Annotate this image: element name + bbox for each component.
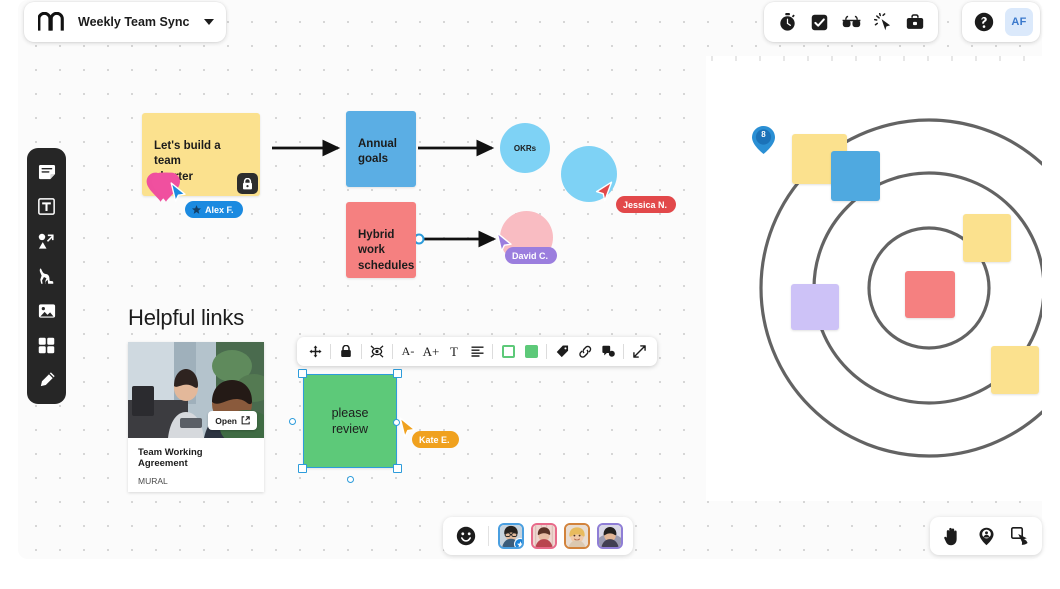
avatar[interactable]: AF [1005, 8, 1033, 36]
star-icon [516, 540, 522, 547]
cursor-pointer-jessica [595, 181, 613, 202]
target-sticky-yellow-2[interactable] [963, 214, 1011, 262]
collab-bar-divider [488, 526, 489, 546]
hide-icon[interactable] [366, 341, 388, 363]
decrease-font-size-button[interactable]: A- [397, 341, 419, 363]
open-label: Open [215, 415, 237, 426]
text-tool[interactable] [32, 193, 62, 221]
lock-icon[interactable] [335, 341, 357, 363]
sticky-note-annual-goals[interactable]: Annual goals [346, 111, 416, 187]
board-title: Weekly Team Sync [78, 15, 190, 29]
section-heading-helpful-links: Helpful links [128, 305, 245, 330]
participant-avatar-1[interactable] [498, 523, 524, 549]
link-card-thumbnail: Open [128, 342, 264, 438]
locate-participants-icon[interactable] [973, 523, 999, 549]
map-pin-marker[interactable]: 8 [752, 126, 775, 159]
element-toolbar[interactable]: A- A+ T [297, 337, 657, 366]
open-link-button[interactable]: Open [208, 411, 257, 430]
map-pin-count: 8 [761, 130, 766, 139]
comment-icon[interactable] [597, 341, 619, 363]
templates-tool[interactable] [32, 331, 62, 359]
selection-frame [303, 374, 397, 468]
move-icon[interactable] [304, 341, 326, 363]
target-sticky-purple[interactable] [791, 284, 839, 330]
connector-dot-bottom[interactable] [347, 476, 354, 483]
cursor-pointer-alex [170, 182, 186, 202]
sticky-text: Annual goals [358, 138, 397, 166]
private-mode-icon[interactable] [836, 7, 866, 37]
fill-color-swatch[interactable] [520, 341, 542, 363]
selection-handle-br[interactable] [393, 464, 402, 473]
tag-icon[interactable] [551, 341, 573, 363]
cursor-label-david: David C. [505, 247, 558, 264]
shapes-connectors-tool[interactable] [32, 227, 62, 255]
draw-tool[interactable] [32, 366, 62, 394]
follow-icon[interactable] [1007, 523, 1033, 549]
board-title-bar[interactable]: Weekly Team Sync [24, 2, 226, 42]
toolbar-divider [623, 344, 624, 359]
border-color-swatch[interactable] [497, 341, 519, 363]
participant-avatar-4[interactable] [597, 523, 623, 549]
resize-icon[interactable] [628, 341, 650, 363]
circle-label: OKRs [513, 143, 537, 153]
sticky-note-hybrid-work[interactable]: Hybrid work schedules [346, 202, 416, 278]
star-icon [192, 205, 201, 214]
sticky-note-tool[interactable] [32, 158, 62, 186]
target-sticky-yellow-3[interactable] [991, 346, 1039, 394]
participant-avatar-3[interactable] [564, 523, 590, 549]
link-icon[interactable] [574, 341, 596, 363]
board-canvas[interactable]: 8 Let's build a team charter [18, 0, 1042, 559]
selection-handle-bl[interactable] [298, 464, 307, 473]
circle-shape-okrs[interactable]: OKRs [500, 123, 550, 173]
participant-avatar-2[interactable] [531, 523, 557, 549]
text-style-icon[interactable]: T [443, 341, 465, 363]
increase-font-size-button[interactable]: A+ [420, 341, 442, 363]
lock-icon[interactable] [237, 173, 258, 194]
toolbar-divider [392, 344, 393, 359]
connector-dot-left[interactable] [289, 418, 296, 425]
mural-board-app: 8 Let's build a team charter [0, 0, 1060, 589]
toolbar-divider [330, 344, 331, 359]
mural-logo[interactable] [38, 12, 64, 32]
link-card-title: Team Working Agreement [138, 447, 203, 470]
vote-icon[interactable] [804, 7, 834, 37]
link-card-team-working-agreement[interactable]: Open Team Working Agreement MURAL [128, 342, 264, 492]
cursor-label-jessica: Jessica N. [616, 196, 677, 213]
tool-rail[interactable] [27, 148, 66, 404]
help-icon[interactable] [969, 7, 999, 37]
toolbar-divider [546, 344, 547, 359]
target-sticky-red-center[interactable] [905, 271, 955, 318]
selection-handle-tl[interactable] [298, 369, 307, 378]
view-tools-bar[interactable] [930, 517, 1042, 555]
hand-tool-icon[interactable] [939, 523, 965, 549]
user-toolbar[interactable]: AF [962, 2, 1040, 42]
align-icon[interactable] [466, 341, 488, 363]
sticky-text: Hybrid work schedules [358, 229, 415, 272]
target-sticky-blue[interactable] [831, 151, 880, 201]
link-card-source: MURAL [138, 475, 168, 486]
facilitation-toolbar[interactable] [764, 2, 938, 42]
selection-handle-tr[interactable] [393, 369, 402, 378]
timer-icon[interactable] [772, 7, 802, 37]
cursor-label-kate: Kate E. [412, 431, 459, 448]
toolkit-icon[interactable] [900, 7, 930, 37]
facilitator-star-badge [514, 538, 522, 547]
mural-white-area [706, 56, 1042, 501]
chevron-down-icon[interactable] [204, 19, 214, 25]
icons-tool[interactable] [32, 262, 62, 290]
celebrate-icon[interactable] [868, 7, 898, 37]
smiley-icon[interactable] [453, 523, 479, 549]
cursor-label-alex: Alex F. [185, 201, 243, 218]
collaboration-bar[interactable] [443, 517, 633, 555]
external-link-icon [241, 416, 250, 425]
image-tool[interactable] [32, 297, 62, 325]
toolbar-divider [492, 344, 493, 359]
toolbar-divider [361, 344, 362, 359]
